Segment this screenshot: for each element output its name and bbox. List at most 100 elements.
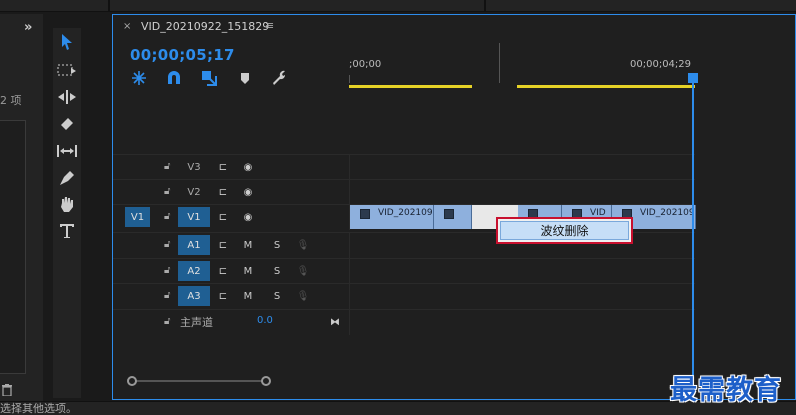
- solo-button[interactable]: S: [270, 289, 284, 303]
- toggle-sync-lock-icon[interactable]: ⊏: [216, 264, 230, 278]
- track-name[interactable]: V3: [178, 157, 210, 177]
- linked-selection-icon[interactable]: [201, 70, 217, 86]
- nest-sequence-icon[interactable]: [131, 70, 147, 86]
- timeline-tab-bar: × VID_20210922_151829 ≡: [113, 15, 796, 41]
- track-v2: 🔓︎ V2 ⊏ ◉: [113, 179, 695, 205]
- playhead-handle[interactable]: [688, 73, 698, 83]
- context-menu: 波纹删除: [496, 217, 633, 244]
- watermark-logo: 最需教育: [670, 375, 782, 406]
- lock-icon[interactable]: 🔓︎: [164, 265, 170, 276]
- track-header: 🔓︎ V3 ⊏ ◉: [113, 155, 349, 180]
- mute-button[interactable]: M: [241, 289, 255, 303]
- wrench-icon[interactable]: [271, 70, 287, 86]
- mute-button[interactable]: M: [241, 264, 255, 278]
- solo-button[interactable]: S: [270, 264, 284, 278]
- track-name[interactable]: V2: [178, 182, 210, 202]
- expand-panels-icon[interactable]: »: [24, 20, 32, 35]
- track-name[interactable]: A3: [178, 286, 210, 306]
- go-to-end-icon[interactable]: ⧓: [328, 315, 342, 329]
- type-tool-icon[interactable]: [53, 219, 81, 243]
- microphone-icon[interactable]: 🎙︎: [296, 289, 310, 303]
- item-count: 2 项: [0, 94, 22, 107]
- fx-badge-icon: [444, 209, 454, 219]
- pen-tool-icon[interactable]: [53, 166, 81, 190]
- horizontal-zoom-scrollbar[interactable]: [127, 375, 271, 387]
- track-lane[interactable]: [349, 310, 695, 335]
- track-header: 🔓︎ A3 ⊏ M S 🎙︎: [113, 284, 349, 309]
- master-track-name: 主声道: [180, 316, 213, 329]
- time-ruler[interactable]: ;00;00 00;00;04;29: [349, 43, 697, 101]
- track-header: 🔓︎ A2 ⊏ M S 🎙︎: [113, 259, 349, 284]
- toggle-sync-lock-icon[interactable]: ⊏: [216, 238, 230, 252]
- track-name[interactable]: V1: [178, 207, 210, 227]
- toggle-sync-lock-icon[interactable]: ⊏: [216, 210, 230, 224]
- scrollbar-track[interactable]: [131, 380, 265, 382]
- source-patch-v1[interactable]: V1: [125, 207, 150, 227]
- lock-icon[interactable]: 🔓︎: [164, 161, 170, 172]
- track-master: 🔓︎ 主声道 0.0 ⧓: [113, 309, 695, 335]
- razor-tool-icon[interactable]: [53, 112, 81, 136]
- eye-icon[interactable]: ◉: [241, 160, 255, 174]
- video-clip[interactable]: VID_202109: [350, 205, 434, 229]
- microphone-icon[interactable]: 🎙︎: [296, 238, 310, 252]
- lock-icon[interactable]: 🔓︎: [164, 316, 170, 327]
- lock-icon[interactable]: 🔓︎: [164, 239, 170, 250]
- tools-panel: [53, 28, 81, 398]
- eye-icon[interactable]: ◉: [241, 210, 255, 224]
- ruler-tick: [349, 75, 350, 83]
- ruler-start-label: ;00;00: [349, 59, 382, 70]
- premiere-window: » 2 项 选择其他选项。 × VID_20210922_151829 ≡ 00…: [0, 0, 796, 415]
- toggle-sync-lock-icon[interactable]: ⊏: [216, 289, 230, 303]
- top-strip-segment: [0, 0, 110, 12]
- track-lane[interactable]: [349, 259, 695, 284]
- lock-icon[interactable]: 🔓︎: [164, 290, 170, 301]
- playhead-timecode[interactable]: 00;00;05;17: [130, 46, 235, 64]
- scrollbar-right-handle[interactable]: [261, 376, 271, 386]
- toggle-sync-lock-icon[interactable]: ⊏: [216, 160, 230, 174]
- top-strip-segment: [110, 0, 486, 12]
- add-marker-icon[interactable]: [237, 70, 253, 86]
- in-point-marker: [499, 43, 500, 83]
- microphone-icon[interactable]: 🎙︎: [296, 264, 310, 278]
- track-header: 🔓︎ A1 ⊏ M S 🎙︎: [113, 233, 349, 258]
- slip-tool-icon[interactable]: [53, 139, 81, 163]
- fx-badge-icon: [360, 209, 370, 219]
- selection-tool-icon[interactable]: [53, 30, 81, 54]
- sequence-tab[interactable]: VID_20210922_151829: [141, 20, 269, 33]
- track-name[interactable]: A1: [178, 235, 210, 255]
- track-header: 🔓︎ 主声道 0.0 ⧓: [113, 310, 349, 335]
- lock-icon[interactable]: 🔓︎: [164, 211, 170, 222]
- trash-icon[interactable]: [2, 384, 12, 396]
- master-volume-value[interactable]: 0.0: [257, 315, 273, 326]
- clip-name: VID_202109: [378, 208, 433, 218]
- lock-icon[interactable]: 🔓︎: [164, 186, 170, 197]
- track-name[interactable]: A2: [178, 261, 210, 281]
- track-header: V1 🔓︎ V1 ⊏ ◉: [113, 205, 349, 230]
- mute-button[interactable]: M: [241, 238, 255, 252]
- close-tab-icon[interactable]: ×: [123, 21, 131, 32]
- top-panel-strip: [0, 0, 796, 12]
- playhead-line[interactable]: [692, 73, 694, 401]
- snap-icon[interactable]: [166, 70, 182, 86]
- work-area-bar[interactable]: [349, 85, 472, 88]
- track-lane[interactable]: [349, 284, 695, 309]
- panel-menu-icon[interactable]: ≡: [265, 19, 274, 32]
- toggle-sync-lock-icon[interactable]: ⊏: [216, 185, 230, 199]
- ripple-edit-tool-icon[interactable]: [53, 85, 81, 109]
- track-a3: 🔓︎ A3 ⊏ M S 🎙︎: [113, 283, 695, 309]
- eye-icon[interactable]: ◉: [241, 185, 255, 199]
- track-select-tool-icon[interactable]: [53, 58, 81, 82]
- ripple-delete-menu-item[interactable]: 波纹删除: [500, 221, 629, 240]
- timeline-panel: × VID_20210922_151829 ≡ 00;00;05;17 ;00;…: [112, 14, 796, 401]
- track-lane[interactable]: [349, 180, 695, 205]
- work-area-bar[interactable]: [517, 85, 695, 88]
- clip-name: VID_202109: [640, 208, 695, 218]
- solo-button[interactable]: S: [270, 238, 284, 252]
- video-clip[interactable]: [434, 205, 472, 229]
- track-lane[interactable]: [349, 155, 695, 180]
- scrollbar-left-handle[interactable]: [127, 376, 137, 386]
- track-v3: 🔓︎ V3 ⊏ ◉: [113, 154, 695, 180]
- track-header: 🔓︎ V2 ⊏ ◉: [113, 180, 349, 205]
- hand-tool-icon[interactable]: [53, 192, 81, 216]
- project-list[interactable]: [0, 120, 26, 374]
